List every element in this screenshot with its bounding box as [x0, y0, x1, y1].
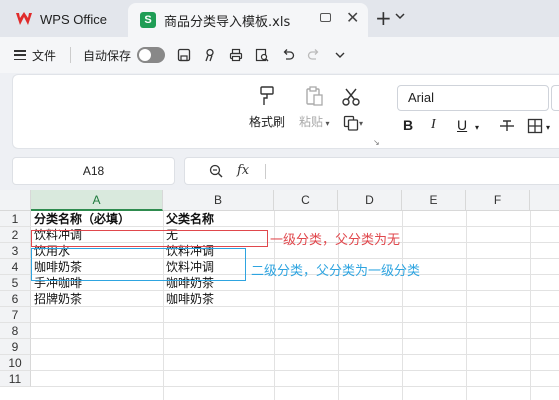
- tab-file[interactable]: S 商品分类导入模板.xls: [128, 3, 368, 37]
- paste-label: 粘贴 ▾: [299, 113, 330, 130]
- divider: [265, 164, 266, 179]
- column-header-g[interactable]: [530, 190, 559, 211]
- clipboard-expand-icon[interactable]: ↘: [373, 138, 380, 147]
- row-header[interactable]: 7: [0, 307, 31, 323]
- gridline: [31, 338, 559, 339]
- formula-input[interactable]: fx: [184, 157, 559, 185]
- autosave-toggle[interactable]: [137, 47, 166, 63]
- chevron-down-icon: ▾: [359, 118, 364, 128]
- tab-wps-home[interactable]: WPS Office: [6, 5, 124, 33]
- formula-bar: A18 fx: [12, 157, 559, 185]
- format-painter-button[interactable]: 格式刷: [249, 85, 285, 130]
- tab-wps-label: WPS Office: [40, 11, 107, 27]
- chevron-down-icon[interactable]: [333, 48, 347, 62]
- format-painter-label: 格式刷: [249, 115, 286, 129]
- annotation-note-level-one: 一级分类，父分类为无: [270, 233, 401, 248]
- row-header[interactable]: 11: [0, 371, 31, 387]
- chevron-down-icon[interactable]: [395, 12, 405, 20]
- font-name-select[interactable]: Arial: [397, 85, 549, 111]
- gridline: [31, 322, 559, 323]
- column-header-b[interactable]: B: [163, 190, 274, 211]
- spreadsheet-grid[interactable]: A B C D E F 1 分类名称（必填） 父类名称 2 饮料冲调无 3 饮用水 饮料冲调 4…: [0, 190, 559, 400]
- chevron-down-icon[interactable]: ▾: [475, 123, 479, 132]
- row-header[interactable]: 3: [0, 243, 31, 259]
- row-header[interactable]: 5: [0, 275, 31, 291]
- ribbon: 格式刷 粘贴 ▾ ▾ ↘ Arial B I U ▾ ▾: [12, 74, 559, 149]
- column-header-d[interactable]: D: [338, 190, 402, 211]
- undo-icon[interactable]: [281, 48, 295, 62]
- font-size-select[interactable]: [551, 85, 559, 111]
- annotation-box-level-one: [31, 230, 268, 247]
- row-header[interactable]: 9: [0, 339, 31, 355]
- annotation-box-level-two: [31, 248, 246, 281]
- gridline: [31, 290, 559, 291]
- save-icon[interactable]: [177, 48, 191, 62]
- column-header-a[interactable]: A: [31, 190, 163, 211]
- copy-icon: [343, 115, 359, 131]
- zoom-icon[interactable]: [209, 164, 223, 178]
- row-header[interactable]: 4: [0, 259, 31, 275]
- tab-file-label: 商品分类导入模板.xls: [164, 14, 291, 30]
- menu-icon[interactable]: [14, 50, 26, 60]
- annotation-note-level-two: 二级分类，父分类为一级分类: [251, 264, 421, 279]
- gridline: [31, 370, 559, 371]
- print-preview-icon[interactable]: [255, 48, 269, 62]
- paste-label-text: 粘贴: [299, 115, 324, 129]
- fx-icon[interactable]: fx: [237, 163, 249, 178]
- gridline: [31, 306, 559, 307]
- chevron-down-icon: ▾: [323, 119, 330, 128]
- wps-logo-icon: [16, 12, 32, 25]
- column-header-f[interactable]: F: [466, 190, 530, 211]
- row-header[interactable]: 6: [0, 291, 31, 307]
- row-header[interactable]: 10: [0, 355, 31, 371]
- column-header-e[interactable]: E: [402, 190, 466, 211]
- scissors-icon: [342, 88, 360, 106]
- paste-button[interactable]: 粘贴 ▾: [299, 85, 330, 130]
- border-icon[interactable]: [527, 118, 543, 134]
- quick-access-toolbar: 文件 自动保存: [0, 37, 559, 73]
- strikethrough-icon[interactable]: [499, 119, 515, 133]
- spreadsheet-icon: S: [140, 12, 156, 28]
- cell-b[interactable]: 父类名称: [163, 211, 214, 227]
- tab-bar: WPS Office S 商品分类导入模板.xls ✕ +: [0, 0, 559, 37]
- redo-icon[interactable]: [307, 48, 321, 62]
- gridline: [31, 386, 559, 387]
- copy-button[interactable]: ▾: [343, 115, 363, 131]
- row-header[interactable]: 2: [0, 227, 31, 243]
- close-tab-icon[interactable]: ✕: [346, 8, 359, 27]
- name-box[interactable]: A18: [12, 157, 175, 185]
- file-menu[interactable]: 文件: [32, 47, 56, 64]
- cell-a[interactable]: 招牌奶茶: [31, 291, 82, 307]
- chevron-down-icon[interactable]: ▾: [546, 123, 550, 132]
- new-tab-icon[interactable]: +: [375, 6, 392, 30]
- column-header-c[interactable]: C: [274, 190, 338, 211]
- divider: [70, 47, 72, 63]
- cell-a[interactable]: 分类名称（必填）: [31, 211, 130, 227]
- autosave-label: 自动保存: [83, 48, 132, 63]
- window-icon[interactable]: [320, 13, 331, 22]
- bold-button[interactable]: B: [403, 117, 413, 133]
- italic-button[interactable]: I: [431, 117, 436, 133]
- cut-button[interactable]: [341, 87, 361, 107]
- gridline: [31, 354, 559, 355]
- select-all-corner[interactable]: [0, 190, 31, 211]
- underline-button[interactable]: U: [457, 117, 467, 133]
- cell-b[interactable]: 咖啡奶茶: [163, 291, 214, 307]
- format-painter-icon: [260, 86, 274, 105]
- row-header[interactable]: 1: [0, 211, 31, 227]
- row-header[interactable]: 8: [0, 323, 31, 339]
- share-icon[interactable]: [203, 48, 217, 62]
- print-icon[interactable]: [229, 48, 243, 62]
- paste-icon: [306, 86, 323, 106]
